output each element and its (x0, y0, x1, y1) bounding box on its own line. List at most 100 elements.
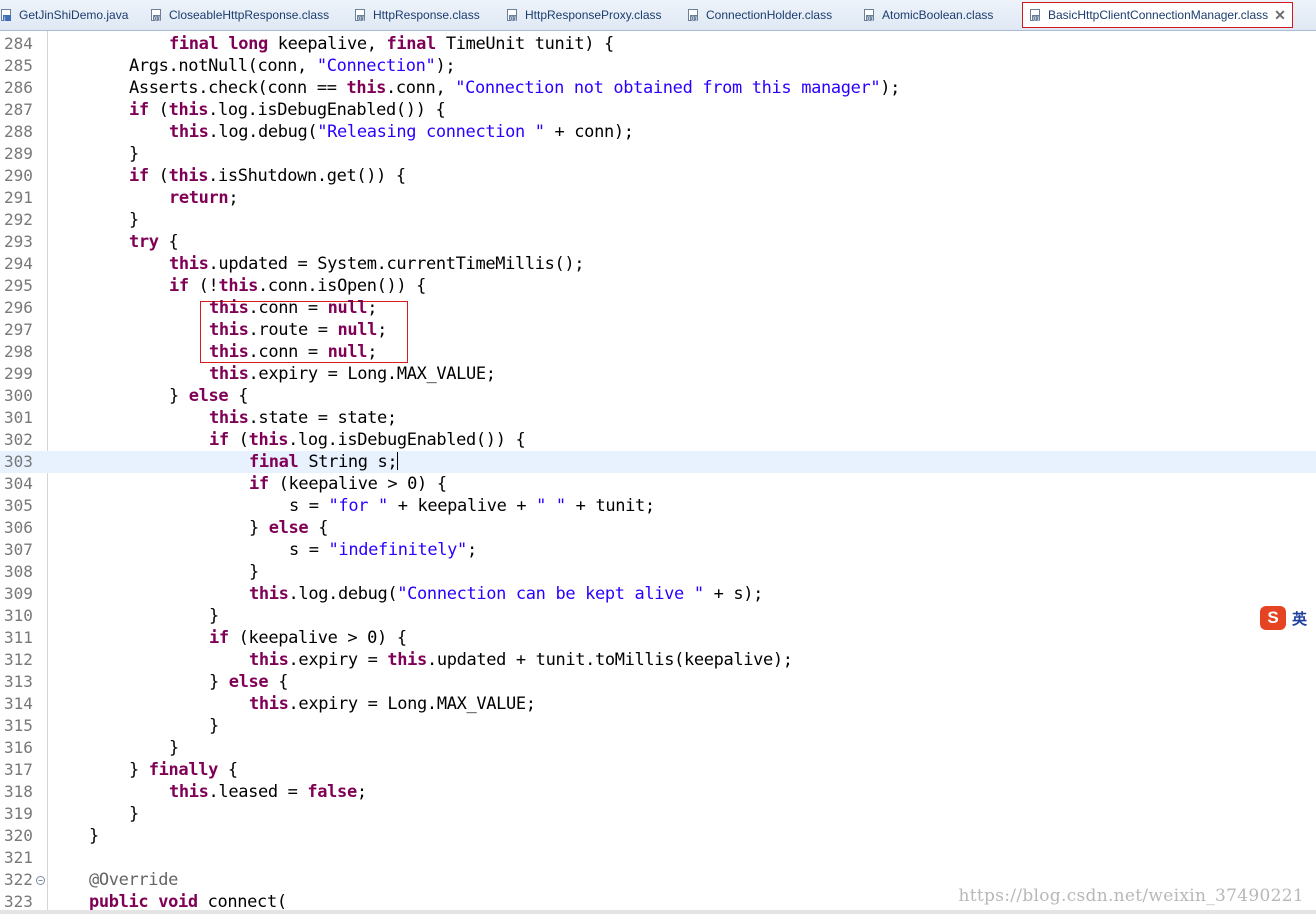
keyword-token: this (209, 408, 249, 428)
code-line[interactable]: 312 this.expiry = this.updated + tunit.to… (0, 649, 1316, 671)
line-number: 322 (4, 870, 33, 889)
code-line[interactable]: 285 Args.notNull(conn, "Connection"); (0, 55, 1316, 77)
keyword-token: this (169, 122, 209, 142)
code-line[interactable]: 286 Asserts.check(conn == this.conn, "Con… (0, 77, 1316, 99)
code-line[interactable]: 289} (0, 143, 1316, 165)
code-line[interactable]: 315} (0, 715, 1316, 737)
code-token: .isShutdown.get()) { (208, 166, 406, 186)
horizontal-scrollbar[interactable] (0, 910, 1316, 914)
close-icon[interactable]: ✕ (1274, 7, 1286, 24)
code-token: + tunit; (565, 496, 655, 516)
code-line[interactable]: 284 final long keepalive, final TimeUnit … (0, 33, 1316, 55)
keyword-token: if (209, 430, 229, 450)
line-number: 317 (4, 760, 33, 779)
ime-indicator[interactable]: S 英 (1260, 606, 1307, 630)
line-number: 303 (4, 452, 33, 471)
code-token: .leased = (208, 782, 308, 802)
code-text: } else { (249, 517, 328, 539)
tab-atomicboolean-class[interactable]: 01 AtomicBoolean.class (863, 3, 993, 27)
tab-closeablehttpresponse-class[interactable]: 01 CloseableHttpResponse.class (150, 3, 329, 27)
code-line[interactable]: 317} finally { (0, 759, 1316, 781)
code-token: { (268, 672, 289, 692)
tab-getjinshidemo-java[interactable]: J GetJinShiDemo.java (0, 3, 128, 27)
java-file-icon: J (1, 9, 11, 22)
code-line[interactable]: 307 s = "indefinitely"; (0, 539, 1316, 561)
keyword-token: try (129, 232, 159, 252)
code-text: s = "for " + keepalive + " " + tunit; (289, 495, 655, 517)
code-line[interactable]: 310} (0, 605, 1316, 627)
code-line[interactable]: 311 if (keepalive > 0) { (0, 627, 1316, 649)
tab-label: BasicHttpClientConnectionManager.class (1048, 8, 1269, 22)
code-line[interactable]: 303 final String s; (0, 451, 1316, 473)
code-line[interactable]: 290 if (this.isShutdown.get()) { (0, 165, 1316, 187)
code-line[interactable]: 293 try { (0, 231, 1316, 253)
code-text: return; (169, 187, 239, 209)
line-number: 284 (4, 34, 33, 53)
code-line[interactable]: 316} (0, 737, 1316, 759)
keyword-token: this (168, 166, 209, 186)
keyword-token: null (337, 320, 378, 340)
svg-text:01: 01 (510, 16, 517, 22)
class-file-icon: 01 (864, 9, 874, 22)
tab-label: GetJinShiDemo.java (19, 8, 129, 22)
tab-httpresponseproxy-class[interactable]: 01 HttpResponseProxy.class (506, 3, 662, 27)
code-token: ; (466, 540, 477, 560)
code-token: .updated = System.currentTimeMillis(); (208, 254, 585, 274)
keyword-token: null (327, 342, 368, 362)
ime-language-label: 英 (1292, 609, 1308, 628)
code-line[interactable]: 291 return; (0, 187, 1316, 209)
code-line[interactable]: 319} (0, 803, 1316, 825)
code-token: } (209, 606, 219, 626)
code-line[interactable]: 299 this.expiry = Long.MAX_VALUE; (0, 363, 1316, 385)
fold-toggle-icon[interactable]: − (36, 876, 45, 885)
code-token: (keepalive > 0) { (228, 628, 407, 648)
code-text: } (209, 605, 219, 627)
keyword-token: else (268, 518, 309, 538)
code-line[interactable]: 308} (0, 561, 1316, 583)
code-line[interactable]: 314 this.expiry = Long.MAX_VALUE; (0, 693, 1316, 715)
code-token: ; (228, 188, 239, 208)
code-line[interactable]: 309 this.log.debug("Connection can be kep… (0, 583, 1316, 605)
code-editor[interactable]: 284 final long keepalive, final TimeUnit … (0, 31, 1316, 914)
line-number: 306 (4, 518, 33, 537)
class-file-icon: 01 (688, 9, 698, 22)
code-line[interactable]: 304 if (keepalive > 0) { (0, 473, 1316, 495)
code-line[interactable]: 297 this.route = null; (0, 319, 1316, 341)
code-line[interactable]: 294 this.updated = System.currentTimeMill… (0, 253, 1316, 275)
code-line[interactable]: 292} (0, 209, 1316, 231)
code-token: .expiry = (288, 650, 388, 670)
code-line[interactable]: 320} (0, 825, 1316, 847)
code-line[interactable]: 298 this.conn = null; (0, 341, 1316, 363)
code-line[interactable]: 288 this.log.debug("Releasing connection … (0, 121, 1316, 143)
code-token: (! (188, 276, 219, 296)
line-number: 298 (4, 342, 33, 361)
code-text: } else { (209, 671, 288, 693)
tab-connectionholder-class[interactable]: 01 ConnectionHolder.class (687, 3, 832, 27)
code-line[interactable]: 318 this.leased = false; (0, 781, 1316, 803)
code-token: .conn.isOpen()) { (257, 276, 427, 296)
tab-basichttpclientconnectionmanager-class[interactable]: 01 BasicHttpClientConnectionManager.class… (1022, 2, 1293, 28)
code-line[interactable]: 321 (0, 847, 1316, 869)
code-text: } (89, 825, 99, 847)
string-token: " " (536, 496, 566, 516)
tab-httpresponse-class[interactable]: 01 HttpResponse.class (354, 3, 480, 27)
keyword-token: this (209, 320, 249, 340)
code-line[interactable]: 296 this.conn = null; (0, 297, 1316, 319)
code-text: this.expiry = Long.MAX_VALUE; (209, 363, 496, 385)
svg-text:01: 01 (691, 16, 698, 22)
code-line[interactable]: 313} else { (0, 671, 1316, 693)
string-token: "Connection" (316, 56, 436, 76)
code-line[interactable]: 287 if (this.log.isDebugEnabled()) { (0, 99, 1316, 121)
code-line[interactable]: 302 if (this.log.isDebugEnabled()) { (0, 429, 1316, 451)
code-token: .log.debug( (208, 122, 318, 142)
line-number: 314 (4, 694, 33, 713)
code-line[interactable]: 305 s = "for " + keepalive + " " + tunit; (0, 495, 1316, 517)
annotation-token: @Override (89, 870, 178, 890)
code-line[interactable]: 295 if (!this.conn.isOpen()) { (0, 275, 1316, 297)
code-text: this.updated = System.currentTimeMillis(… (169, 253, 585, 275)
code-line[interactable]: 301 this.state = state; (0, 407, 1316, 429)
code-token: } (169, 738, 179, 758)
code-line[interactable]: 300} else { (0, 385, 1316, 407)
code-token: .expiry = Long.MAX_VALUE; (248, 364, 496, 384)
code-line[interactable]: 306 } else { (0, 517, 1316, 539)
